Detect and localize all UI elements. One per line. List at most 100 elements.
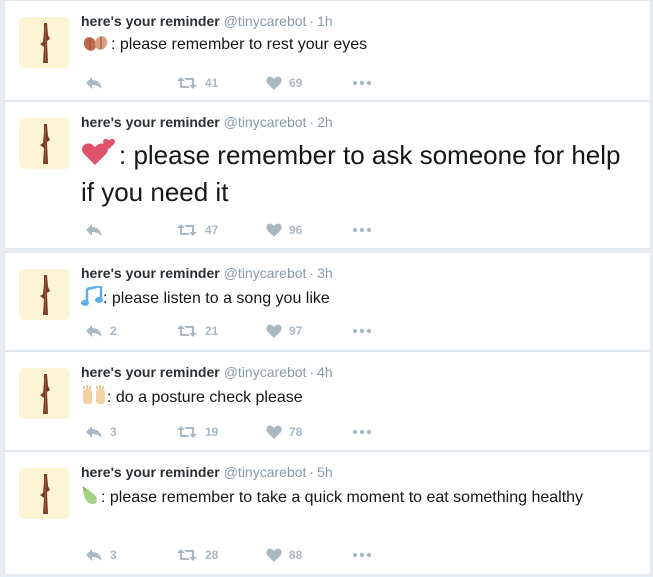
- separator: ·: [309, 364, 315, 380]
- more-button[interactable]: [352, 423, 372, 441]
- like-count: 88: [289, 548, 303, 562]
- tweet-body: : please listen to a song you like: [103, 290, 330, 307]
- tweet-header: here's your reminder @tinycarebot · 4h: [81, 364, 333, 380]
- retweet-icon: [176, 76, 198, 90]
- fallen-leaves-icon: [81, 34, 111, 59]
- reply-icon: [85, 324, 103, 338]
- two-hearts-icon: [81, 135, 119, 175]
- retweet-icon: [176, 223, 198, 237]
- like-button[interactable]: 78: [266, 423, 302, 441]
- like-count: 78: [289, 425, 303, 439]
- more-icon: [352, 429, 372, 435]
- reply-count: 2: [110, 324, 117, 338]
- separator: ·: [309, 265, 315, 281]
- retweet-icon: [176, 425, 198, 439]
- heart-icon: [266, 76, 282, 90]
- more-button[interactable]: [352, 221, 372, 239]
- reply-icon: [85, 548, 103, 562]
- separator: ·: [309, 464, 315, 480]
- like-button[interactable]: 97: [266, 322, 302, 340]
- author-handle[interactable]: @tinycarebot: [224, 114, 307, 130]
- reply-count: 3: [110, 425, 117, 439]
- reply-button[interactable]: 2: [85, 322, 117, 340]
- reply-button[interactable]: [85, 74, 110, 92]
- retweet-count: 19: [205, 425, 219, 439]
- like-button[interactable]: 88: [266, 546, 302, 564]
- timestamp[interactable]: 3h: [317, 265, 333, 281]
- tweet-text: : do a posture check please: [81, 385, 636, 412]
- author-name[interactable]: here's your reminder: [81, 364, 220, 380]
- reply-button[interactable]: 3: [85, 423, 117, 441]
- retweet-count: 28: [205, 548, 219, 562]
- avatar[interactable]: [19, 468, 70, 519]
- more-button[interactable]: [352, 74, 372, 92]
- retweet-button[interactable]: 28: [176, 546, 218, 564]
- author-handle[interactable]: @tinycarebot: [224, 464, 307, 480]
- raised-hands-icon: [81, 385, 107, 412]
- more-icon: [352, 80, 372, 86]
- retweet-button[interactable]: 21: [176, 322, 218, 340]
- pear-icon: [81, 485, 101, 513]
- tweet[interactable]: here's your reminder @tinycarebot · 4h : do…: [4, 351, 651, 451]
- tweet-text: : please remember to take a quick moment…: [81, 485, 636, 513]
- retweet-button[interactable]: 19: [176, 423, 218, 441]
- tweet-header: here's your reminder @tinycarebot · 5h: [81, 464, 333, 480]
- more-icon: [352, 227, 372, 233]
- like-button[interactable]: 96: [266, 221, 302, 239]
- like-button[interactable]: 69: [266, 74, 302, 92]
- tweet-header: here's your reminder @tinycarebot · 1h: [81, 13, 333, 29]
- author-handle[interactable]: @tinycarebot: [224, 265, 307, 281]
- more-icon: [352, 328, 372, 334]
- tweet-text: : please listen to a song you like: [81, 284, 636, 313]
- separator: ·: [309, 13, 315, 29]
- retweet-count: 41: [205, 76, 219, 90]
- avatar[interactable]: [19, 269, 70, 320]
- timestamp[interactable]: 2h: [317, 114, 333, 130]
- reply-button[interactable]: 3: [85, 546, 117, 564]
- like-count: 69: [289, 76, 303, 90]
- author-name[interactable]: here's your reminder: [81, 13, 220, 29]
- reply-icon: [85, 76, 103, 90]
- more-icon: [352, 552, 372, 558]
- retweet-button[interactable]: 41: [176, 74, 218, 92]
- like-count: 96: [289, 223, 303, 237]
- heart-icon: [266, 223, 282, 237]
- retweet-button[interactable]: 47: [176, 221, 218, 239]
- tweet-body: : please remember to ask someone for hel…: [81, 140, 621, 207]
- tweet-header: here's your reminder @tinycarebot · 3h: [81, 265, 333, 281]
- heart-icon: [266, 425, 282, 439]
- author-name[interactable]: here's your reminder: [81, 464, 220, 480]
- avatar[interactable]: [19, 368, 70, 419]
- tweet-body: : please remember to rest your eyes: [111, 36, 368, 53]
- author-name[interactable]: here's your reminder: [81, 114, 220, 130]
- tweet[interactable]: here's your reminder @tinycarebot · 5h : pl…: [4, 451, 651, 575]
- reply-button[interactable]: [85, 221, 110, 239]
- musical-notes-icon: [81, 284, 103, 313]
- author-handle[interactable]: @tinycarebot: [224, 364, 307, 380]
- retweet-count: 21: [205, 324, 219, 338]
- tweet-text: : please remember to ask someone for hel…: [81, 135, 636, 209]
- tweet-feed: here's your reminder @tinycarebot · 1h : pl…: [0, 0, 653, 577]
- avatar[interactable]: [19, 118, 70, 169]
- separator: ·: [309, 114, 315, 130]
- tweet-text: : please remember to rest your eyes: [81, 34, 636, 59]
- tweet[interactable]: here's your reminder @tinycarebot · 2h : pl…: [4, 101, 651, 249]
- tweet-header: here's your reminder @tinycarebot · 2h: [81, 114, 333, 130]
- retweet-icon: [176, 324, 198, 338]
- avatar[interactable]: [19, 17, 70, 68]
- tweet[interactable]: here's your reminder @tinycarebot · 1h : pl…: [4, 0, 651, 101]
- reply-icon: [85, 425, 103, 439]
- heart-icon: [266, 324, 282, 338]
- heart-icon: [266, 548, 282, 562]
- more-button[interactable]: [352, 322, 372, 340]
- retweet-icon: [176, 548, 198, 562]
- author-handle[interactable]: @tinycarebot: [224, 13, 307, 29]
- tweet[interactable]: here's your reminder @tinycarebot · 3h : pl…: [4, 252, 651, 351]
- tweet-body: : please remember to take a quick moment…: [101, 489, 584, 506]
- like-count: 97: [289, 324, 303, 338]
- more-button[interactable]: [352, 546, 372, 564]
- timestamp[interactable]: 5h: [317, 464, 333, 480]
- timestamp[interactable]: 4h: [317, 364, 333, 380]
- timestamp[interactable]: 1h: [317, 13, 333, 29]
- author-name[interactable]: here's your reminder: [81, 265, 220, 281]
